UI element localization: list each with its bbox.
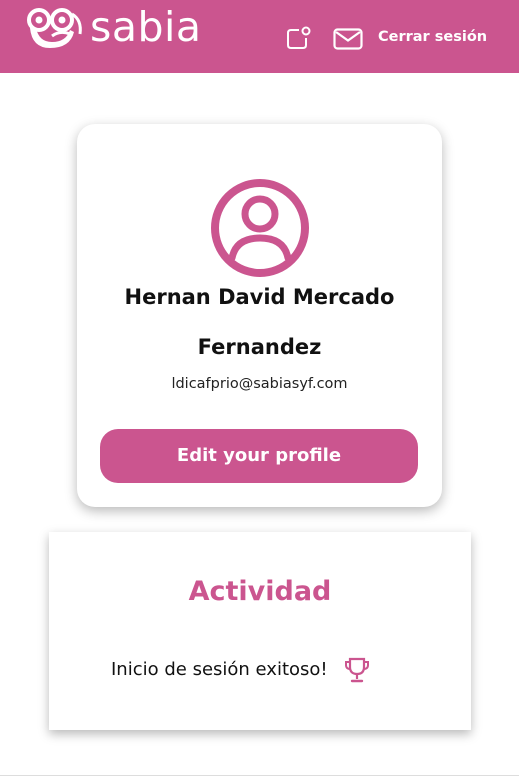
activity-card: Actividad Inicio de sesión exitoso! — [49, 532, 471, 730]
activity-title: Actividad — [188, 576, 332, 607]
bottom-divider — [0, 775, 519, 776]
top-header: sabia Cerrar sesión — [0, 0, 519, 73]
brand-name: sabia — [90, 3, 202, 51]
profile-email: ldicafprio@sabiasyf.com — [171, 376, 348, 392]
profile-card: Hernan David Mercado Fernandez ldicafpri… — [77, 124, 442, 507]
brand-logo[interactable]: sabia — [26, 3, 202, 54]
activity-item-text: Inicio de sesión exitoso! — [111, 659, 328, 680]
notification-icon[interactable] — [286, 26, 312, 50]
trophy-icon — [344, 657, 369, 683]
user-circle-icon — [211, 179, 309, 277]
owl-logo-icon — [27, 8, 82, 48]
edit-profile-button[interactable]: Edit your profile — [100, 429, 418, 483]
profile-name: Hernan David Mercado Fernandez — [124, 285, 395, 359]
mail-icon[interactable] — [333, 27, 363, 51]
activity-item: Inicio de sesión exitoso! — [111, 656, 372, 684]
logout-button[interactable]: Cerrar sesión — [378, 26, 487, 48]
